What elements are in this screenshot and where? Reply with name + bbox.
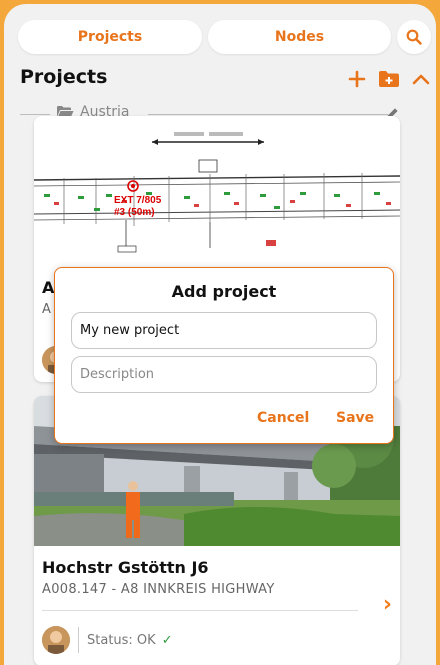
plan-drawing-image: EXT 7/805 #3 (50m)	[34, 116, 400, 266]
section-header: Projects	[20, 66, 430, 94]
save-button[interactable]: Save	[336, 410, 374, 426]
group-rule-left	[20, 114, 50, 115]
folder-plus-icon[interactable]	[378, 70, 400, 88]
card-title: Hochstr Gstöttn J6	[42, 558, 209, 577]
card-divider	[42, 610, 358, 611]
search-button[interactable]	[397, 20, 431, 54]
section-actions	[348, 66, 430, 92]
chevron-up-icon[interactable]	[412, 72, 430, 86]
dialog-title: Add project	[171, 282, 277, 301]
card-title: A	[42, 278, 55, 297]
card-subtitle: A008.147 - A8 INNKREIS HIGHWAY	[42, 582, 275, 597]
app-frame: Projects Nodes Projects Austria EXT 7/80…	[4, 4, 436, 665]
checkmark-icon: ✓	[161, 632, 173, 648]
status-row: Status: OK ✓	[78, 627, 173, 653]
plan-annotation-line2: #3 (50m)	[114, 207, 155, 218]
add-project-dialog: Add project Cancel Save	[54, 267, 394, 444]
avatar	[42, 626, 70, 654]
status-text: Status: OK	[87, 632, 156, 648]
chevron-right-icon[interactable]: ›	[383, 592, 392, 617]
cancel-button[interactable]: Cancel	[257, 410, 309, 426]
description-input[interactable]	[71, 356, 377, 393]
status-divider	[78, 627, 79, 653]
search-icon	[406, 29, 422, 45]
tab-nodes[interactable]: Nodes	[208, 20, 391, 54]
top-nav: Projects Nodes	[18, 20, 431, 58]
card-subtitle: A	[42, 302, 52, 317]
project-name-input[interactable]	[71, 312, 377, 349]
plan-annotation-line1: EXT 7/805	[114, 195, 162, 206]
plus-icon[interactable]	[348, 70, 366, 88]
group-rule-right	[148, 114, 388, 115]
section-title: Projects	[20, 66, 108, 88]
tab-projects[interactable]: Projects	[18, 20, 202, 54]
